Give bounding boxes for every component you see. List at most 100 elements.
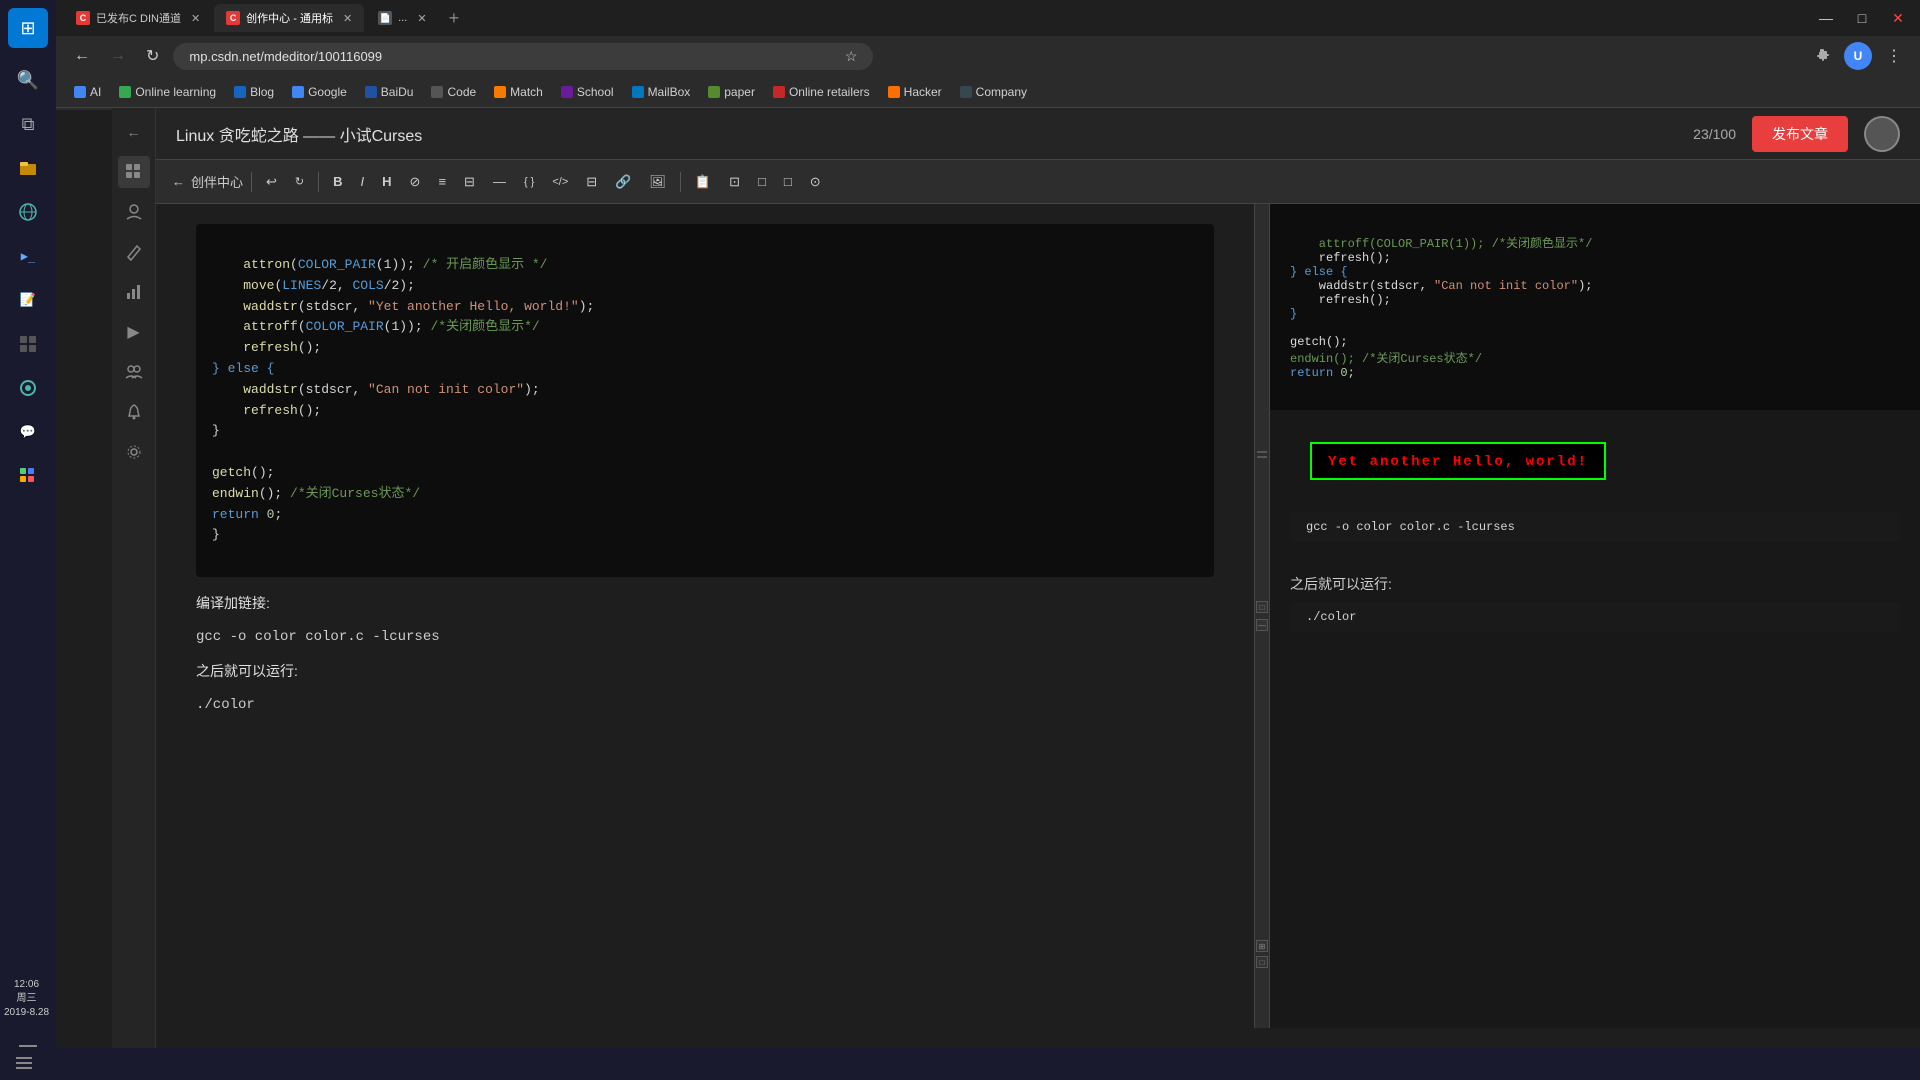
- toolbar-redo[interactable]: ↻: [289, 171, 310, 192]
- maximize-button[interactable]: □: [1848, 4, 1876, 32]
- toolbar-table[interactable]: ⊟: [580, 170, 603, 194]
- bookmark-paper[interactable]: paper: [700, 82, 763, 102]
- bookmark-ai[interactable]: AI: [66, 82, 109, 102]
- browser-tab-1[interactable]: C 已发布C DIN通道 ✕: [64, 4, 212, 32]
- toolbar-fullscreen[interactable]: ⊡: [723, 170, 746, 194]
- preview-run-section-label: 之后就可以运行:: [1270, 558, 1920, 602]
- nav-back-icon[interactable]: ←: [118, 116, 150, 148]
- toolbar-unordered-list[interactable]: ≡: [432, 170, 452, 193]
- apps-taskbar-button[interactable]: [8, 456, 48, 496]
- bookmark-online-retailers-label: Online retailers: [789, 85, 870, 99]
- bookmark-match[interactable]: Match: [486, 82, 551, 102]
- nav-chart-icon[interactable]: [118, 276, 150, 308]
- toolbar-bold[interactable]: B: [327, 170, 348, 193]
- bottom-apps-icon[interactable]: [8, 1053, 40, 1076]
- nav-partner-center-icon[interactable]: [118, 156, 150, 188]
- scroll-up-btn[interactable]: □: [1256, 601, 1268, 613]
- bookmark-hacker-label: Hacker: [904, 85, 942, 99]
- editor-right-pane[interactable]: attroff(COLOR_PAIR(1)); /*关闭颜色显示*/ refre…: [1270, 204, 1920, 1028]
- minimize-button[interactable]: —: [1812, 4, 1840, 32]
- address-text: mp.csdn.net/mdeditor/100116099: [189, 49, 836, 64]
- browser-tab-3[interactable]: 📄 ... ✕: [366, 5, 438, 31]
- taskview-button[interactable]: ⧉: [8, 104, 48, 144]
- back-button[interactable]: ←: [68, 43, 96, 69]
- editor-left-pane[interactable]: attron(COLOR_PAIR(1)); /* 开启颜色显示 */ move…: [156, 204, 1254, 1028]
- toolbar-help[interactable]: ⊙: [804, 170, 827, 194]
- bookmark-online-retailers[interactable]: Online retailers: [765, 82, 878, 102]
- browser-taskbar-button[interactable]: [8, 192, 48, 232]
- file-explorer-button[interactable]: [8, 148, 48, 188]
- run-section-label: 之后就可以运行:: [196, 661, 1214, 681]
- bookmark-mailbox-label: MailBox: [648, 85, 691, 99]
- browser-tab-2[interactable]: C 创作中心 - 通用标 ✕: [214, 4, 364, 32]
- editor-title: Linux 贪吃蛇之路 —— 小试Curses: [176, 122, 422, 146]
- browser-chrome: C 已发布C DIN通道 ✕ C 创作中心 - 通用标 ✕ 📄 ... ✕ + …: [56, 0, 1920, 110]
- start-button[interactable]: ⊞: [8, 8, 48, 48]
- refresh-button[interactable]: ↻: [140, 42, 165, 70]
- tab1-close[interactable]: ✕: [191, 12, 200, 25]
- sync-scroll-btn[interactable]: ⊞: [1256, 940, 1268, 952]
- address-bar[interactable]: mp.csdn.net/mdeditor/100116099 ☆: [173, 43, 873, 70]
- circle-taskbar-button[interactable]: [8, 368, 48, 408]
- bookmark-star-icon[interactable]: ☆: [845, 48, 858, 65]
- nav-notification-icon[interactable]: [118, 396, 150, 428]
- terminal-output-box: Yet another Hello, world!: [1310, 442, 1606, 480]
- toolbar-code-block[interactable]: { }: [518, 172, 540, 192]
- menu-button[interactable]: ⋮: [1880, 42, 1908, 70]
- toolbar-copy[interactable]: 📋: [689, 170, 717, 194]
- bookmark-school[interactable]: School: [553, 82, 622, 102]
- bookmark-baidu-label: BaiDu: [381, 85, 414, 99]
- tab2-close[interactable]: ✕: [343, 12, 352, 25]
- user-avatar[interactable]: [1864, 116, 1900, 152]
- close-window-button[interactable]: ✕: [1884, 4, 1912, 32]
- new-tab-button[interactable]: +: [441, 8, 468, 29]
- browser-controls: — □ ✕: [1812, 4, 1912, 32]
- editor-divider[interactable]: □ — ⊞ □: [1254, 204, 1270, 1028]
- toolbar-link[interactable]: 🔗: [609, 170, 637, 194]
- message-taskbar-button[interactable]: 💬: [8, 412, 48, 452]
- bookmark-code[interactable]: Code: [423, 82, 484, 102]
- toolbar-strikethrough[interactable]: ⊘: [404, 170, 427, 194]
- nav-terminal-icon[interactable]: ▶: [118, 316, 150, 348]
- publish-button[interactable]: 发布文章: [1752, 116, 1848, 152]
- toolbar-heading[interactable]: H: [376, 170, 397, 193]
- nav-settings-icon[interactable]: [118, 436, 150, 468]
- nav-users-icon[interactable]: [118, 356, 150, 388]
- scroll-separator-btn[interactable]: —: [1256, 619, 1268, 631]
- toolbar-ordered-list[interactable]: ⊟: [458, 170, 481, 194]
- bookmark-company[interactable]: Company: [952, 82, 1035, 102]
- bookmark-mailbox[interactable]: MailBox: [624, 82, 699, 102]
- editor-left-nav: ←: [112, 108, 156, 1048]
- toolbar-inline-code[interactable]: </>: [546, 172, 574, 192]
- tab1-favicon: C: [76, 11, 90, 25]
- nav-write-icon[interactable]: [118, 236, 150, 268]
- toolbar-undo[interactable]: ↩: [260, 170, 283, 194]
- toolbar-preview[interactable]: □: [752, 170, 772, 193]
- toolbar-image[interactable]: 🖼: [643, 170, 672, 194]
- bookmark-blog[interactable]: Blog: [226, 82, 282, 102]
- bookmark-school-label: School: [577, 85, 614, 99]
- bookmark-baidu[interactable]: BaiDu: [357, 82, 422, 102]
- bookmark-online-learning[interactable]: Online learning: [111, 82, 224, 102]
- nav-user-icon[interactable]: [118, 196, 150, 228]
- editor-body: attron(COLOR_PAIR(1)); /* 开启颜色显示 */ move…: [156, 204, 1920, 1028]
- forward-button[interactable]: →: [104, 43, 132, 69]
- partner-center-link[interactable]: ← 创伴中心: [172, 172, 243, 191]
- bookmark-paper-label: paper: [724, 85, 755, 99]
- bookmark-blog-label: Blog: [250, 85, 274, 99]
- toolbar-divider[interactable]: —: [487, 170, 512, 193]
- tab3-close[interactable]: ✕: [417, 12, 426, 25]
- user-profile-button[interactable]: U: [1844, 42, 1872, 70]
- lock-scroll-btn[interactable]: □: [1256, 956, 1268, 968]
- toolbar-split[interactable]: □: [778, 170, 798, 193]
- bookmark-hacker[interactable]: Hacker: [880, 82, 950, 102]
- toolbar-italic[interactable]: I: [355, 170, 371, 193]
- extensions-button[interactable]: [1808, 42, 1836, 70]
- preview-run-cmd: ./color: [1290, 602, 1900, 632]
- bookmark-google[interactable]: Google: [284, 82, 355, 102]
- search-taskbar-button[interactable]: 🔍: [8, 60, 48, 100]
- notepad-taskbar-button[interactable]: 📝: [8, 280, 48, 320]
- word-count: 23/100: [1693, 126, 1736, 142]
- grid-taskbar-button[interactable]: [8, 324, 48, 364]
- terminal-taskbar-button[interactable]: ▶_: [8, 236, 48, 276]
